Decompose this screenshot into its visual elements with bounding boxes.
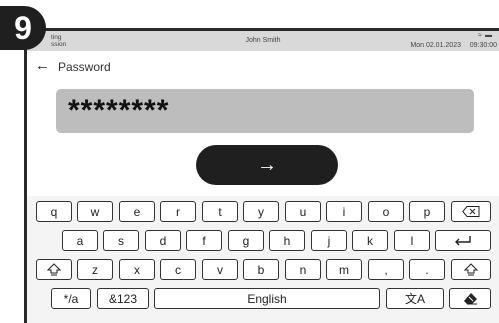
status-date: Mon 02.01.2023	[410, 42, 461, 49]
back-arrow-icon[interactable]: ←	[35, 58, 50, 73]
space-key[interactable]: English	[154, 288, 380, 309]
key-i[interactable]: i	[326, 201, 362, 222]
key-g[interactable]: g	[228, 230, 264, 251]
key-d[interactable]: d	[145, 230, 181, 251]
key-z[interactable]: z	[77, 259, 113, 280]
on-screen-keyboard: q w e r t y u i o p a s d f g h j k l z …	[27, 196, 499, 323]
key-period[interactable]: .	[409, 259, 445, 280]
backspace-key[interactable]	[451, 201, 491, 222]
key-q[interactable]: q	[36, 201, 72, 222]
backspace-icon	[462, 206, 480, 217]
shift-key-left[interactable]	[36, 259, 72, 280]
key-k[interactable]: k	[352, 230, 388, 251]
numbers-key[interactable]: &123	[97, 288, 149, 309]
key-r[interactable]: r	[160, 201, 196, 222]
key-m[interactable]: m	[326, 259, 362, 280]
key-b[interactable]: b	[243, 259, 279, 280]
key-y[interactable]: y	[243, 201, 279, 222]
key-e[interactable]: e	[119, 201, 155, 222]
battery-icon: ▬	[485, 32, 495, 39]
enter-icon	[455, 235, 471, 245]
step-badge: 9	[0, 6, 46, 50]
status-bar: ting ssion John Smith ≈▬ Mon 02.01.2023 …	[27, 31, 499, 51]
shift-icon	[47, 263, 61, 276]
key-l[interactable]: l	[394, 230, 430, 251]
language-key[interactable]: 文A	[386, 288, 444, 309]
key-v[interactable]: v	[202, 259, 238, 280]
key-h[interactable]: h	[269, 230, 305, 251]
eraser-key[interactable]	[449, 288, 491, 309]
key-w[interactable]: w	[77, 201, 113, 222]
status-time: 09:30:00	[469, 42, 497, 49]
shift-icon	[464, 263, 478, 276]
translate-icon: 文A	[404, 292, 425, 306]
key-j[interactable]: j	[311, 230, 347, 251]
key-comma[interactable]: ,	[368, 259, 404, 280]
key-f[interactable]: f	[186, 230, 222, 251]
status-icons: ≈▬	[478, 32, 495, 39]
password-input[interactable]: ********	[56, 89, 474, 133]
key-s[interactable]: s	[103, 230, 139, 251]
key-u[interactable]: u	[285, 201, 321, 222]
shift-key-right[interactable]	[451, 259, 491, 280]
enter-key[interactable]	[435, 230, 491, 251]
submit-button[interactable]: →	[196, 145, 338, 185]
page-title: Password	[58, 60, 111, 74]
eraser-icon	[463, 293, 477, 305]
key-p[interactable]: p	[409, 201, 445, 222]
key-o[interactable]: o	[368, 201, 404, 222]
key-c[interactable]: c	[160, 259, 196, 280]
symbols-key[interactable]: */a	[51, 288, 91, 309]
key-t[interactable]: t	[202, 201, 238, 222]
key-x[interactable]: x	[119, 259, 155, 280]
key-n[interactable]: n	[285, 259, 321, 280]
wifi-icon: ≈	[478, 32, 485, 39]
key-a[interactable]: a	[62, 230, 98, 251]
